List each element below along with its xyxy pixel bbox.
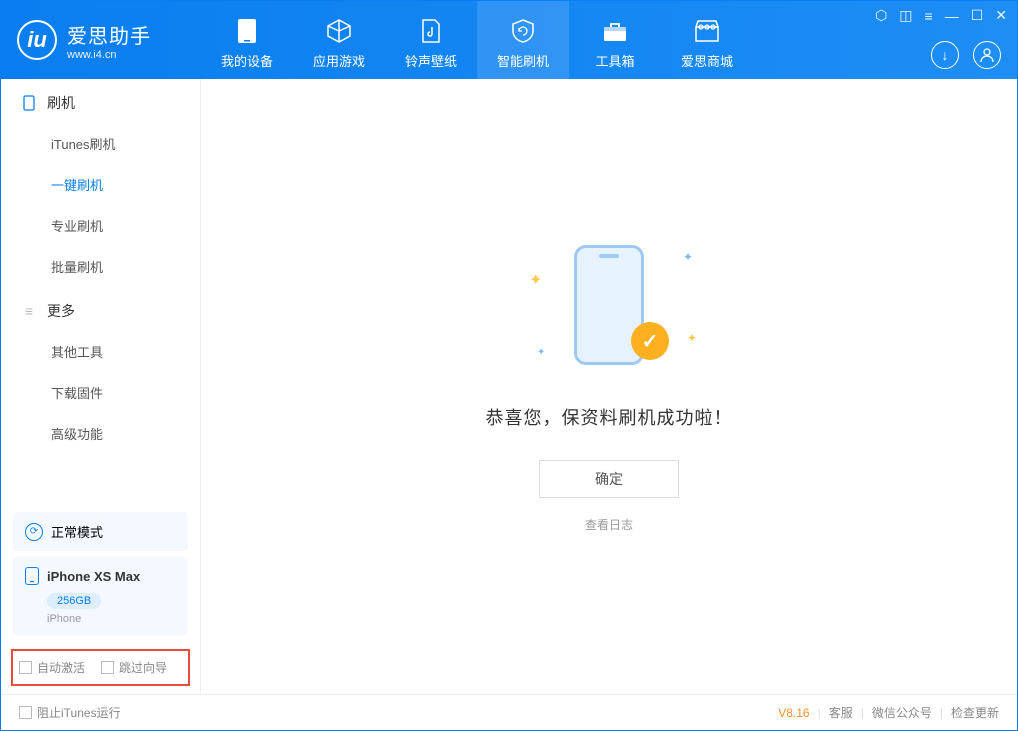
sidebar-item-advanced[interactable]: 高级功能 bbox=[1, 413, 200, 454]
cube-icon bbox=[325, 17, 353, 45]
main-tabs: 我的设备 应用游戏 铃声壁纸 智能刷机 工具箱 爱思商城 bbox=[201, 1, 753, 79]
checkbox-icon bbox=[19, 706, 32, 719]
tab-toolbox[interactable]: 工具箱 bbox=[569, 1, 661, 79]
download-icon[interactable]: ↓ bbox=[931, 41, 959, 69]
tab-apps-games[interactable]: 应用游戏 bbox=[293, 1, 385, 79]
logo-area: iu 爱思助手 www.i4.cn bbox=[1, 20, 201, 61]
checkbox-block-itunes[interactable]: 阻止iTunes运行 bbox=[19, 704, 121, 721]
mode-status-icon: ⟳ bbox=[25, 523, 43, 541]
music-file-icon bbox=[417, 17, 445, 45]
footer-bar: 阻止iTunes运行 V8.16 | 客服 | 微信公众号 | 检查更新 bbox=[1, 694, 1017, 730]
app-logo-icon: iu bbox=[17, 20, 57, 60]
window-controls: ⬡ ◫ ≡ — ☐ ✕ bbox=[875, 7, 1007, 24]
lock-icon[interactable]: ◫ bbox=[899, 7, 912, 24]
sidebar: 刷机 iTunes刷机 一键刷机 专业刷机 批量刷机 ≡ 更多 其他工具 下载固… bbox=[1, 79, 201, 694]
main-content: ✦ ✦ ✦ ✦ ✓ 恭喜您，保资料刷机成功啦！ 确定 查看日志 bbox=[201, 79, 1017, 694]
sidebar-item-oneclick-flash[interactable]: 一键刷机 bbox=[1, 164, 200, 205]
footer-link-support[interactable]: 客服 bbox=[829, 704, 853, 721]
sparkle-icon: ✦ bbox=[529, 270, 542, 290]
app-url: www.i4.cn bbox=[67, 49, 151, 61]
menu-icon[interactable]: ≡ bbox=[925, 8, 933, 24]
sidebar-section-flash: 刷机 bbox=[1, 79, 200, 123]
sparkle-icon: ✦ bbox=[537, 347, 545, 358]
highlighted-checkbox-area: 自动激活 跳过向导 bbox=[11, 649, 190, 686]
sparkle-icon: ✦ bbox=[687, 331, 697, 345]
checkbox-icon bbox=[101, 661, 114, 674]
device-info-box[interactable]: iPhone XS Max 256GB iPhone bbox=[13, 557, 188, 635]
tab-smart-flash[interactable]: 智能刷机 bbox=[477, 1, 569, 79]
tab-ringtones-wallpapers[interactable]: 铃声壁纸 bbox=[385, 1, 477, 79]
device-type-label: iPhone bbox=[47, 613, 176, 625]
sidebar-item-other-tools[interactable]: 其他工具 bbox=[1, 331, 200, 372]
tab-store[interactable]: 爱思商城 bbox=[661, 1, 753, 79]
device-status-boxes: ⟳ 正常模式 iPhone XS Max 256GB iPhone bbox=[1, 506, 200, 641]
shirt-icon[interactable]: ⬡ bbox=[875, 7, 887, 24]
checkmark-badge-icon: ✓ bbox=[631, 322, 669, 360]
sidebar-item-itunes-flash[interactable]: iTunes刷机 bbox=[1, 123, 200, 164]
shield-refresh-icon bbox=[509, 17, 537, 45]
device-icon bbox=[233, 17, 261, 45]
checkbox-skip-guide[interactable]: 跳过向导 bbox=[101, 659, 167, 676]
sidebar-item-batch-flash[interactable]: 批量刷机 bbox=[1, 246, 200, 287]
phone-icon bbox=[25, 567, 39, 585]
mode-status-label: 正常模式 bbox=[51, 522, 103, 541]
success-illustration: ✦ ✦ ✦ ✦ ✓ bbox=[519, 240, 699, 380]
minimize-button[interactable]: — bbox=[945, 8, 959, 24]
close-button[interactable]: ✕ bbox=[995, 7, 1007, 24]
checkbox-icon bbox=[19, 661, 32, 674]
hamburger-icon: ≡ bbox=[21, 303, 37, 319]
ok-button[interactable]: 确定 bbox=[539, 460, 679, 498]
footer-link-update[interactable]: 检查更新 bbox=[951, 704, 999, 721]
app-name: 爱思助手 bbox=[67, 20, 151, 49]
sidebar-section-more: ≡ 更多 bbox=[1, 287, 200, 331]
checkbox-auto-activate[interactable]: 自动激活 bbox=[19, 659, 85, 676]
mode-status-box[interactable]: ⟳ 正常模式 bbox=[13, 512, 188, 551]
phone-outline-icon bbox=[21, 95, 37, 111]
success-message: 恭喜您，保资料刷机成功啦！ bbox=[486, 404, 733, 430]
sidebar-item-download-firmware[interactable]: 下载固件 bbox=[1, 372, 200, 413]
user-icon[interactable] bbox=[973, 41, 1001, 69]
sidebar-item-pro-flash[interactable]: 专业刷机 bbox=[1, 205, 200, 246]
version-label: V8.16 bbox=[778, 706, 809, 720]
maximize-button[interactable]: ☐ bbox=[971, 7, 984, 24]
view-log-link[interactable]: 查看日志 bbox=[585, 516, 633, 533]
tab-my-device[interactable]: 我的设备 bbox=[201, 1, 293, 79]
footer-link-wechat[interactable]: 微信公众号 bbox=[872, 704, 932, 721]
header-action-icons: ↓ bbox=[931, 41, 1001, 69]
sparkle-icon: ✦ bbox=[683, 250, 693, 264]
app-header: iu 爱思助手 www.i4.cn 我的设备 应用游戏 铃声壁纸 智能刷机 工具… bbox=[1, 1, 1017, 79]
footer-right: V8.16 | 客服 | 微信公众号 | 检查更新 bbox=[778, 704, 999, 721]
toolbox-icon bbox=[601, 17, 629, 45]
device-capacity-badge: 256GB bbox=[47, 593, 101, 609]
logo-text: 爱思助手 www.i4.cn bbox=[67, 20, 151, 61]
device-name-row: iPhone XS Max bbox=[25, 567, 176, 585]
store-icon bbox=[693, 17, 721, 45]
body-area: 刷机 iTunes刷机 一键刷机 专业刷机 批量刷机 ≡ 更多 其他工具 下载固… bbox=[1, 79, 1017, 694]
